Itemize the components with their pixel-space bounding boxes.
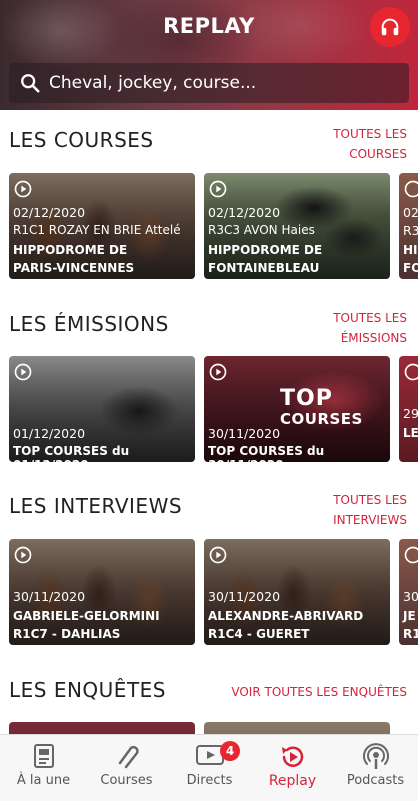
- section-title: LES COURSES: [9, 128, 154, 152]
- video-card[interactable]: 29 LE: [399, 356, 418, 462]
- card-date: 02: [403, 205, 418, 220]
- replay-icon: [208, 362, 228, 382]
- horseshoe-icon: [114, 743, 140, 769]
- tab-a-la-une[interactable]: À la une: [2, 735, 85, 801]
- video-card[interactable]: 01/12/2020 TOP COURSES du 01/12/2020: [9, 356, 195, 462]
- card-title-line1: ALEXANDRE-ABRIVARD: [208, 609, 363, 623]
- replay-icon: [13, 362, 33, 382]
- headphones-icon: [379, 16, 401, 38]
- replay-icon: [208, 179, 228, 199]
- tab-label: À la une: [2, 773, 85, 788]
- video-card[interactable]: 30/11/2020 GABRIELE-GELORMINI R1C7 - DAH…: [9, 539, 195, 645]
- card-date: 30: [403, 589, 418, 604]
- replay-icon: [403, 545, 418, 565]
- link-line: TOUTES LES: [333, 490, 407, 510]
- search-icon: [19, 72, 41, 94]
- card-title-line2: PARIS-VINCENNES: [13, 261, 134, 275]
- search-bar[interactable]: Cheval, jockey, course...: [9, 63, 409, 103]
- directs-count-badge: 4: [220, 741, 240, 761]
- card-date: 02/12/2020: [13, 205, 85, 220]
- card-title-line2: FO: [403, 261, 418, 275]
- video-card[interactable]: 02/12/2020 R1C1 ROZAY EN BRIE Attelé HIP…: [9, 173, 195, 279]
- top-courses-logo: TOP COURSES: [280, 389, 363, 429]
- interviews-row[interactable]: 30/11/2020 GABRIELE-GELORMINI R1C7 - DAH…: [9, 539, 418, 645]
- tab-courses[interactable]: Courses: [85, 735, 168, 801]
- card-title-line1: HI: [403, 243, 418, 257]
- search-input[interactable]: Cheval, jockey, course...: [49, 73, 256, 93]
- replay-icon: [208, 545, 228, 565]
- podcast-icon: [362, 743, 390, 771]
- tab-label: Courses: [85, 773, 168, 788]
- video-card[interactable]: 02/12/2020 R3C3 AVON Haies HIPPODROME DE…: [204, 173, 390, 279]
- video-card[interactable]: 30 JE R1: [399, 539, 418, 645]
- page-title: REPLAY: [0, 14, 418, 38]
- replay-icon: [403, 362, 418, 382]
- replay-icon: [13, 179, 33, 199]
- see-all-interviews-link[interactable]: TOUTES LES INTERVIEWS: [333, 490, 407, 530]
- tab-directs[interactable]: 4 Directs: [168, 735, 251, 801]
- link-line: INTERVIEWS: [333, 510, 407, 530]
- replay-icon: [403, 179, 418, 199]
- app-header: REPLAY Cheval, jockey, course...: [0, 0, 418, 110]
- tab-replay[interactable]: Replay: [251, 735, 334, 801]
- see-all-courses-link[interactable]: TOUTES LES COURSES: [333, 124, 407, 164]
- card-race: R1C1 ROZAY EN BRIE Attelé: [13, 223, 181, 237]
- replay-content[interactable]: LES COURSES TOUTES LES COURSES 02/12/202…: [0, 110, 418, 734]
- card-date: 30/11/2020: [208, 426, 280, 441]
- card-race: R3: [403, 223, 418, 238]
- card-title: TOP COURSES du 01/12/2020: [13, 444, 195, 462]
- link-line: TOUTES LES: [333, 308, 407, 328]
- card-title-line1: HIPPODROME DE: [208, 243, 322, 257]
- logo-text: TOP: [280, 386, 333, 411]
- podcast-button[interactable]: [370, 7, 410, 47]
- link-line: COURSES: [333, 144, 407, 164]
- card-title-line2: R1C4 - GUERET: [208, 627, 310, 641]
- section-title: LES ENQUÊTES: [9, 678, 166, 702]
- newspaper-icon: [32, 743, 56, 769]
- video-card[interactable]: [204, 722, 390, 734]
- card-title-line2: R1: [403, 627, 418, 641]
- tab-podcasts[interactable]: Podcasts: [334, 735, 417, 801]
- card-title-line1: JE: [403, 609, 416, 623]
- card-date: 30/11/2020: [13, 589, 85, 604]
- link-line: TOUTES LES: [333, 124, 407, 144]
- section-title: LES INTERVIEWS: [9, 494, 182, 518]
- card-title-line1: HIPPODROME DE: [13, 243, 127, 257]
- tab-label: Replay: [251, 773, 334, 789]
- courses-row[interactable]: 02/12/2020 R1C1 ROZAY EN BRIE Attelé HIP…: [9, 173, 418, 279]
- card-title: LE: [403, 426, 418, 440]
- logo-text: COURSES: [280, 409, 363, 429]
- link-line: ÉMISSIONS: [333, 328, 407, 348]
- card-date: 29: [403, 406, 418, 421]
- card-title-line1: GABRIELE-GELORMINI: [13, 609, 160, 623]
- video-card[interactable]: [9, 722, 195, 734]
- enquetes-row[interactable]: [9, 722, 418, 734]
- emissions-row[interactable]: 01/12/2020 TOP COURSES du 01/12/2020 TOP…: [9, 356, 418, 462]
- card-date: 01/12/2020: [13, 426, 85, 441]
- video-card[interactable]: 30/11/2020 ALEXANDRE-ABRIVARD R1C4 - GUE…: [204, 539, 390, 645]
- see-all-enquetes-link[interactable]: VOIR TOUTES LES ENQUÊTES: [231, 682, 407, 702]
- bottom-tab-bar: À la une Courses 4 Directs Replay Podcas…: [0, 734, 418, 801]
- card-title: TOP COURSES du 30/11/2020: [208, 444, 390, 462]
- card-race: R3C3 AVON Haies: [208, 223, 315, 237]
- card-date: 30/11/2020: [208, 589, 280, 604]
- section-title: LES ÉMISSIONS: [9, 312, 169, 336]
- video-card[interactable]: TOP COURSES 30/11/2020 TOP COURSES du 30…: [204, 356, 390, 462]
- card-title-line2: FONTAINEBLEAU: [208, 261, 319, 275]
- replay-icon: [279, 743, 307, 771]
- replay-icon: [13, 545, 33, 565]
- see-all-emissions-link[interactable]: TOUTES LES ÉMISSIONS: [333, 308, 407, 348]
- card-title-line2: R1C7 - DAHLIAS: [13, 627, 120, 641]
- video-card[interactable]: 02 R3 HI FO: [399, 173, 418, 279]
- tab-label: Podcasts: [334, 773, 417, 788]
- tab-label: Directs: [168, 773, 251, 788]
- card-date: 02/12/2020: [208, 205, 280, 220]
